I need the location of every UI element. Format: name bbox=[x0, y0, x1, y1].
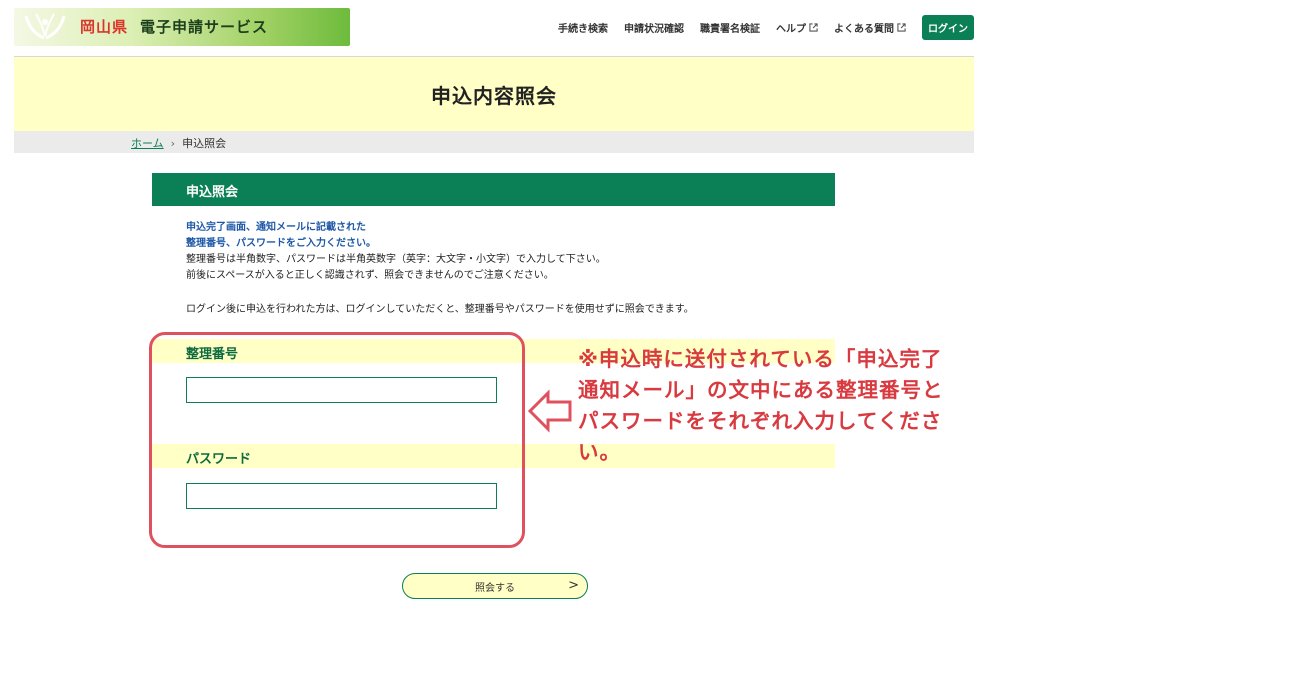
nav-label: 手続き検索 bbox=[558, 23, 608, 35]
breadcrumb: ホーム › 申込照会 bbox=[14, 131, 974, 153]
nav-label: よくある質問 bbox=[834, 23, 894, 35]
instruction-line: 整理番号は半角数字、パスワードは半角英数字（英字：大文字・小文字）で入力して下さ… bbox=[186, 254, 606, 265]
top-navigation: 手続き検索 申請状況確認 職責署名検証 ヘルプ よくある質問 ログイン bbox=[542, 14, 974, 40]
login-note: ログイン後に申込を行われた方は、ログインしていただくと、整理番号やパスワードを使… bbox=[186, 304, 694, 315]
nav-label: ヘルプ bbox=[776, 23, 806, 35]
nav-label: 申請状況確認 bbox=[624, 23, 684, 35]
chevron-right-icon: > bbox=[568, 578, 579, 593]
nav-faq[interactable]: よくある質問 bbox=[834, 20, 906, 35]
instruction-text: 申込完了画面、通知メールに記載された 整理番号、パスワードをご入力ください。 整… bbox=[186, 220, 606, 284]
title-band: 申込内容照会 bbox=[14, 57, 974, 131]
annotation-text: ※申込時に送付されている「申込完了通知メール」の文中にある整理番号とパスワードを… bbox=[578, 347, 944, 464]
instruction-line: 前後にスペースが入ると正しく認識されず、照会できませんのでご注意ください。 bbox=[186, 270, 554, 281]
nav-help[interactable]: ヘルプ bbox=[776, 20, 818, 35]
site-logo[interactable]: 岡山県 電子申請サービス bbox=[14, 8, 350, 46]
nav-label: 職責署名検証 bbox=[700, 23, 760, 35]
nav-application-status[interactable]: 申請状況確認 bbox=[624, 20, 684, 35]
logo-prefecture-text: 岡山県 bbox=[80, 18, 129, 36]
annotation-highlight-box bbox=[149, 332, 525, 548]
section-title: 申込照会 bbox=[186, 185, 239, 200]
external-link-icon bbox=[809, 22, 818, 32]
instruction-emphasis-line: 申込完了画面、通知メールに記載された bbox=[186, 222, 366, 233]
section-header: 申込照会 bbox=[152, 173, 835, 206]
prefecture-emblem-icon bbox=[24, 13, 66, 40]
page-title: 申込内容照会 bbox=[431, 83, 557, 108]
nav-signature-verify[interactable]: 職責署名検証 bbox=[700, 20, 760, 35]
instruction-emphasis-line: 整理番号、パスワードをご入力ください。 bbox=[186, 238, 376, 249]
nav-procedure-search[interactable]: 手続き検索 bbox=[558, 20, 608, 35]
breadcrumb-separator: › bbox=[170, 136, 176, 150]
external-link-icon bbox=[897, 22, 906, 32]
logo-service-text: 電子申請サービス bbox=[140, 18, 269, 36]
breadcrumb-home-link[interactable]: ホーム bbox=[131, 135, 164, 151]
breadcrumb-current: 申込照会 bbox=[182, 137, 227, 150]
submit-inquiry-button[interactable]: 照会する > bbox=[402, 573, 588, 599]
login-button[interactable]: ログイン bbox=[922, 14, 974, 40]
submit-label: 照会する bbox=[475, 582, 515, 594]
left-arrow-icon bbox=[527, 389, 572, 433]
